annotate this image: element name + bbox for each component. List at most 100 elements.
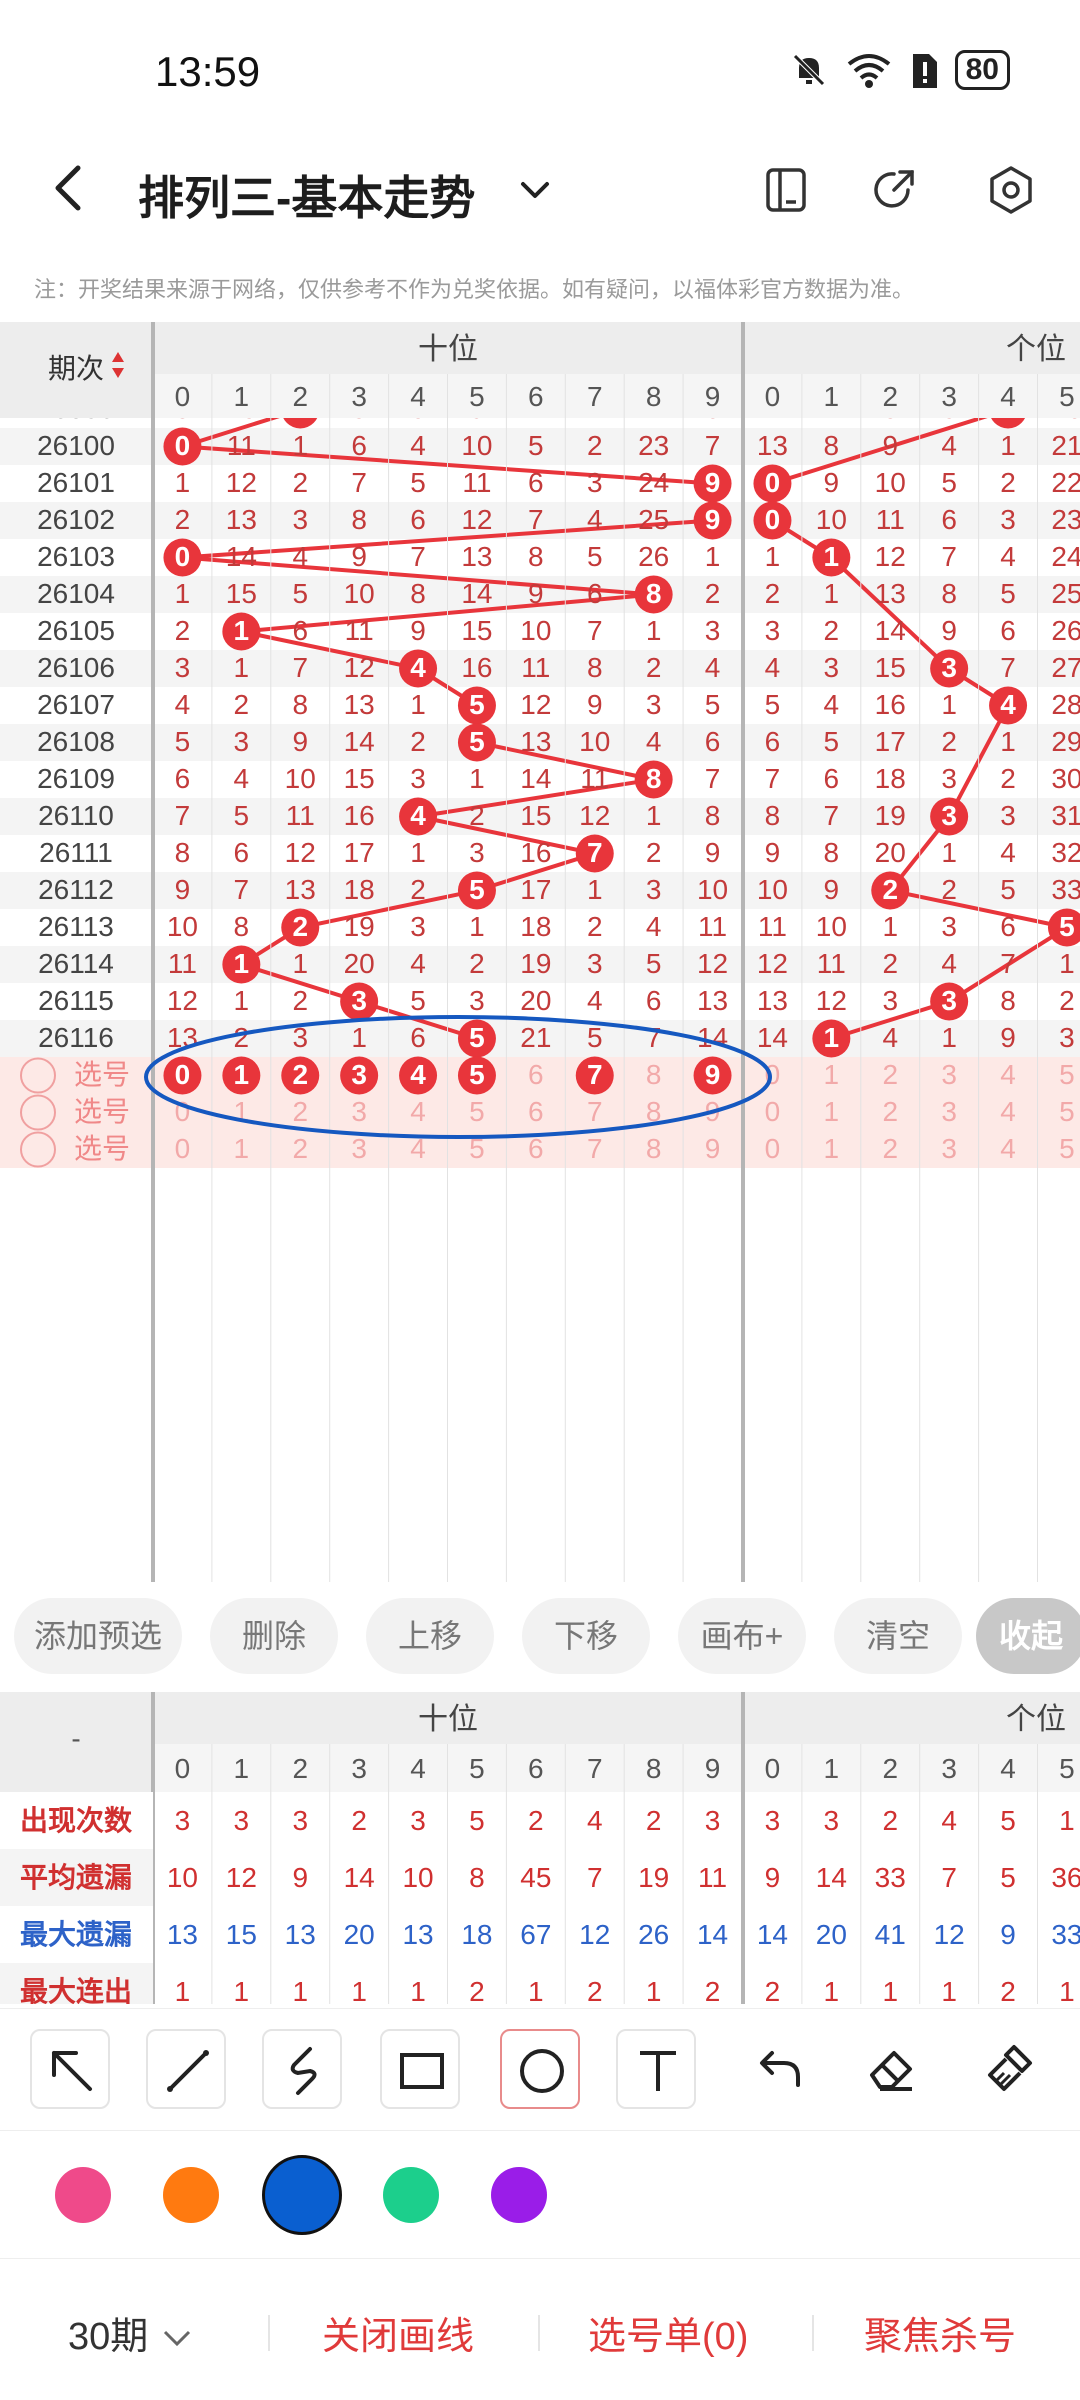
pick-number[interactable]: 6 [528, 1133, 544, 1164]
pick-number[interactable]: 4 [410, 1096, 426, 1127]
hit-number: 3 [351, 985, 367, 1016]
color-swatch-purple[interactable] [491, 2167, 547, 2223]
miss-count: 14 [461, 578, 492, 609]
stats-cell: 2 [765, 1976, 781, 2004]
stats-cell: 9 [292, 1862, 308, 1893]
pick-number[interactable]: 0 [175, 1096, 191, 1127]
pick-number[interactable]: 1 [824, 1133, 840, 1164]
eraser-button[interactable] [852, 2029, 932, 2109]
pick-number[interactable]: 6 [528, 1096, 544, 1127]
rectangle-tool[interactable] [380, 2029, 460, 2109]
miss-count: 10 [520, 615, 551, 646]
color-swatch-blue-selected[interactable] [262, 2155, 342, 2235]
pick-number[interactable]: 3 [941, 1133, 957, 1164]
pick-number[interactable]: 2 [882, 1133, 898, 1164]
pick-number[interactable]: 8 [646, 1133, 662, 1164]
digit-header: 5 [469, 381, 485, 412]
collapse-button[interactable]: 收起 [976, 1598, 1080, 1674]
pick-number[interactable]: 1 [824, 1059, 840, 1090]
color-swatch-orange[interactable] [163, 2167, 219, 2223]
miss-count: 12 [697, 948, 728, 979]
stats-cell: 2 [351, 1805, 367, 1836]
miss-count: 6 [234, 837, 250, 868]
hit-number: 3 [941, 985, 957, 1016]
pick-number[interactable]: 3 [351, 1096, 367, 1127]
color-swatch-green[interactable] [383, 2167, 439, 2223]
text-tool[interactable] [616, 2029, 696, 2109]
move-down-button[interactable]: 下移 [522, 1598, 650, 1674]
period-header: 期次 [48, 353, 104, 384]
miss-count: 11 [286, 800, 315, 831]
pick-number[interactable]: 2 [882, 1059, 898, 1090]
miss-count: 3 [1000, 504, 1016, 535]
back-arrow-icon[interactable] [40, 158, 100, 218]
miss-count: 11 [462, 467, 491, 498]
settings-icon[interactable] [985, 164, 1037, 216]
pick-number[interactable]: 5 [1059, 1059, 1075, 1090]
stats-cell: 45 [520, 1862, 551, 1893]
pick-number: 9 [705, 1059, 721, 1090]
pick-number[interactable]: 5 [1059, 1133, 1075, 1164]
pick-number[interactable]: 7 [587, 1133, 603, 1164]
pick-number[interactable]: 6 [528, 1059, 544, 1090]
add-preselect-button[interactable]: 添加预选 [14, 1598, 182, 1674]
move-up-button[interactable]: 上移 [366, 1598, 494, 1674]
rectangle-icon [400, 2053, 444, 2089]
undo-button[interactable] [738, 2029, 818, 2109]
pick-number[interactable]: 0 [765, 1133, 781, 1164]
digit-header: 4 [1000, 381, 1016, 412]
pick-number[interactable]: 1 [824, 1096, 840, 1127]
pick-number[interactable]: 9 [705, 1133, 721, 1164]
stats-cell: 1 [234, 1976, 250, 2004]
arrow-tool[interactable] [30, 2029, 110, 2109]
line-tool[interactable] [146, 2029, 226, 2109]
group-header-shi: 十位 [418, 333, 478, 366]
miss-count: 1 [175, 467, 191, 498]
delete-button[interactable]: 删除 [210, 1598, 338, 1674]
canvas-plus-button[interactable]: 画布+ [678, 1598, 806, 1674]
trend-grid[interactable]: 2609981025394122612783420261000111641052… [0, 322, 1080, 1582]
pick-number[interactable]: 0 [765, 1096, 781, 1127]
clear-button[interactable]: 清空 [834, 1598, 962, 1674]
stats-cell: 13 [167, 1919, 198, 1950]
curve-tool[interactable] [262, 2029, 342, 2109]
phone-layout-icon[interactable] [760, 164, 812, 216]
digit-header: 7 [587, 381, 603, 412]
miss-count: 16 [875, 689, 906, 720]
undo-icon [760, 2051, 800, 2087]
pick-number[interactable]: 4 [1000, 1096, 1016, 1127]
pick-number[interactable]: 4 [1000, 1133, 1016, 1164]
pick-number[interactable]: 5 [1059, 1096, 1075, 1127]
pick-number[interactable]: 2 [882, 1096, 898, 1127]
page-title[interactable]: 排列三-基本走势 [138, 162, 475, 228]
pick-number[interactable]: 3 [351, 1133, 367, 1164]
stats-cell: 26 [638, 1919, 669, 1950]
miss-count: 1 [824, 578, 840, 609]
miss-count: 5 [941, 467, 957, 498]
chevron-down-icon[interactable] [515, 170, 555, 210]
pick-number[interactable]: 4 [1000, 1059, 1016, 1090]
pick-number[interactable]: 3 [941, 1059, 957, 1090]
clear-canvas-button[interactable] [970, 2029, 1050, 2109]
focus-kill-button[interactable]: 聚焦杀号 [864, 2305, 1016, 2360]
color-swatch-pink[interactable] [55, 2167, 111, 2223]
close-drawing-button[interactable]: 关闭画线 [322, 2305, 474, 2360]
pick-number[interactable]: 3 [941, 1096, 957, 1127]
pick-number[interactable]: 5 [469, 1096, 485, 1127]
pick-number[interactable]: 2 [292, 1096, 308, 1127]
period-selector[interactable]: 30期 [68, 2305, 195, 2360]
circle-tool[interactable] [500, 2029, 580, 2109]
miss-count: 18 [520, 911, 551, 942]
share-icon[interactable] [868, 164, 920, 216]
pick-number[interactable]: 0 [175, 1133, 191, 1164]
hit-number: 3 [941, 800, 957, 831]
pick-number[interactable]: 2 [292, 1133, 308, 1164]
pick-list-button[interactable]: 选号单(0) [588, 2305, 748, 2360]
miss-count: 8 [941, 578, 957, 609]
trend-chart[interactable]: 2609981025394122612783420261000111641052… [0, 322, 1080, 1582]
miss-count: 4 [705, 652, 721, 683]
pick-number[interactable]: 7 [587, 1096, 603, 1127]
pick-number[interactable]: 1 [234, 1133, 250, 1164]
pick-number[interactable]: 8 [646, 1059, 662, 1090]
miss-count: 3 [941, 911, 957, 942]
